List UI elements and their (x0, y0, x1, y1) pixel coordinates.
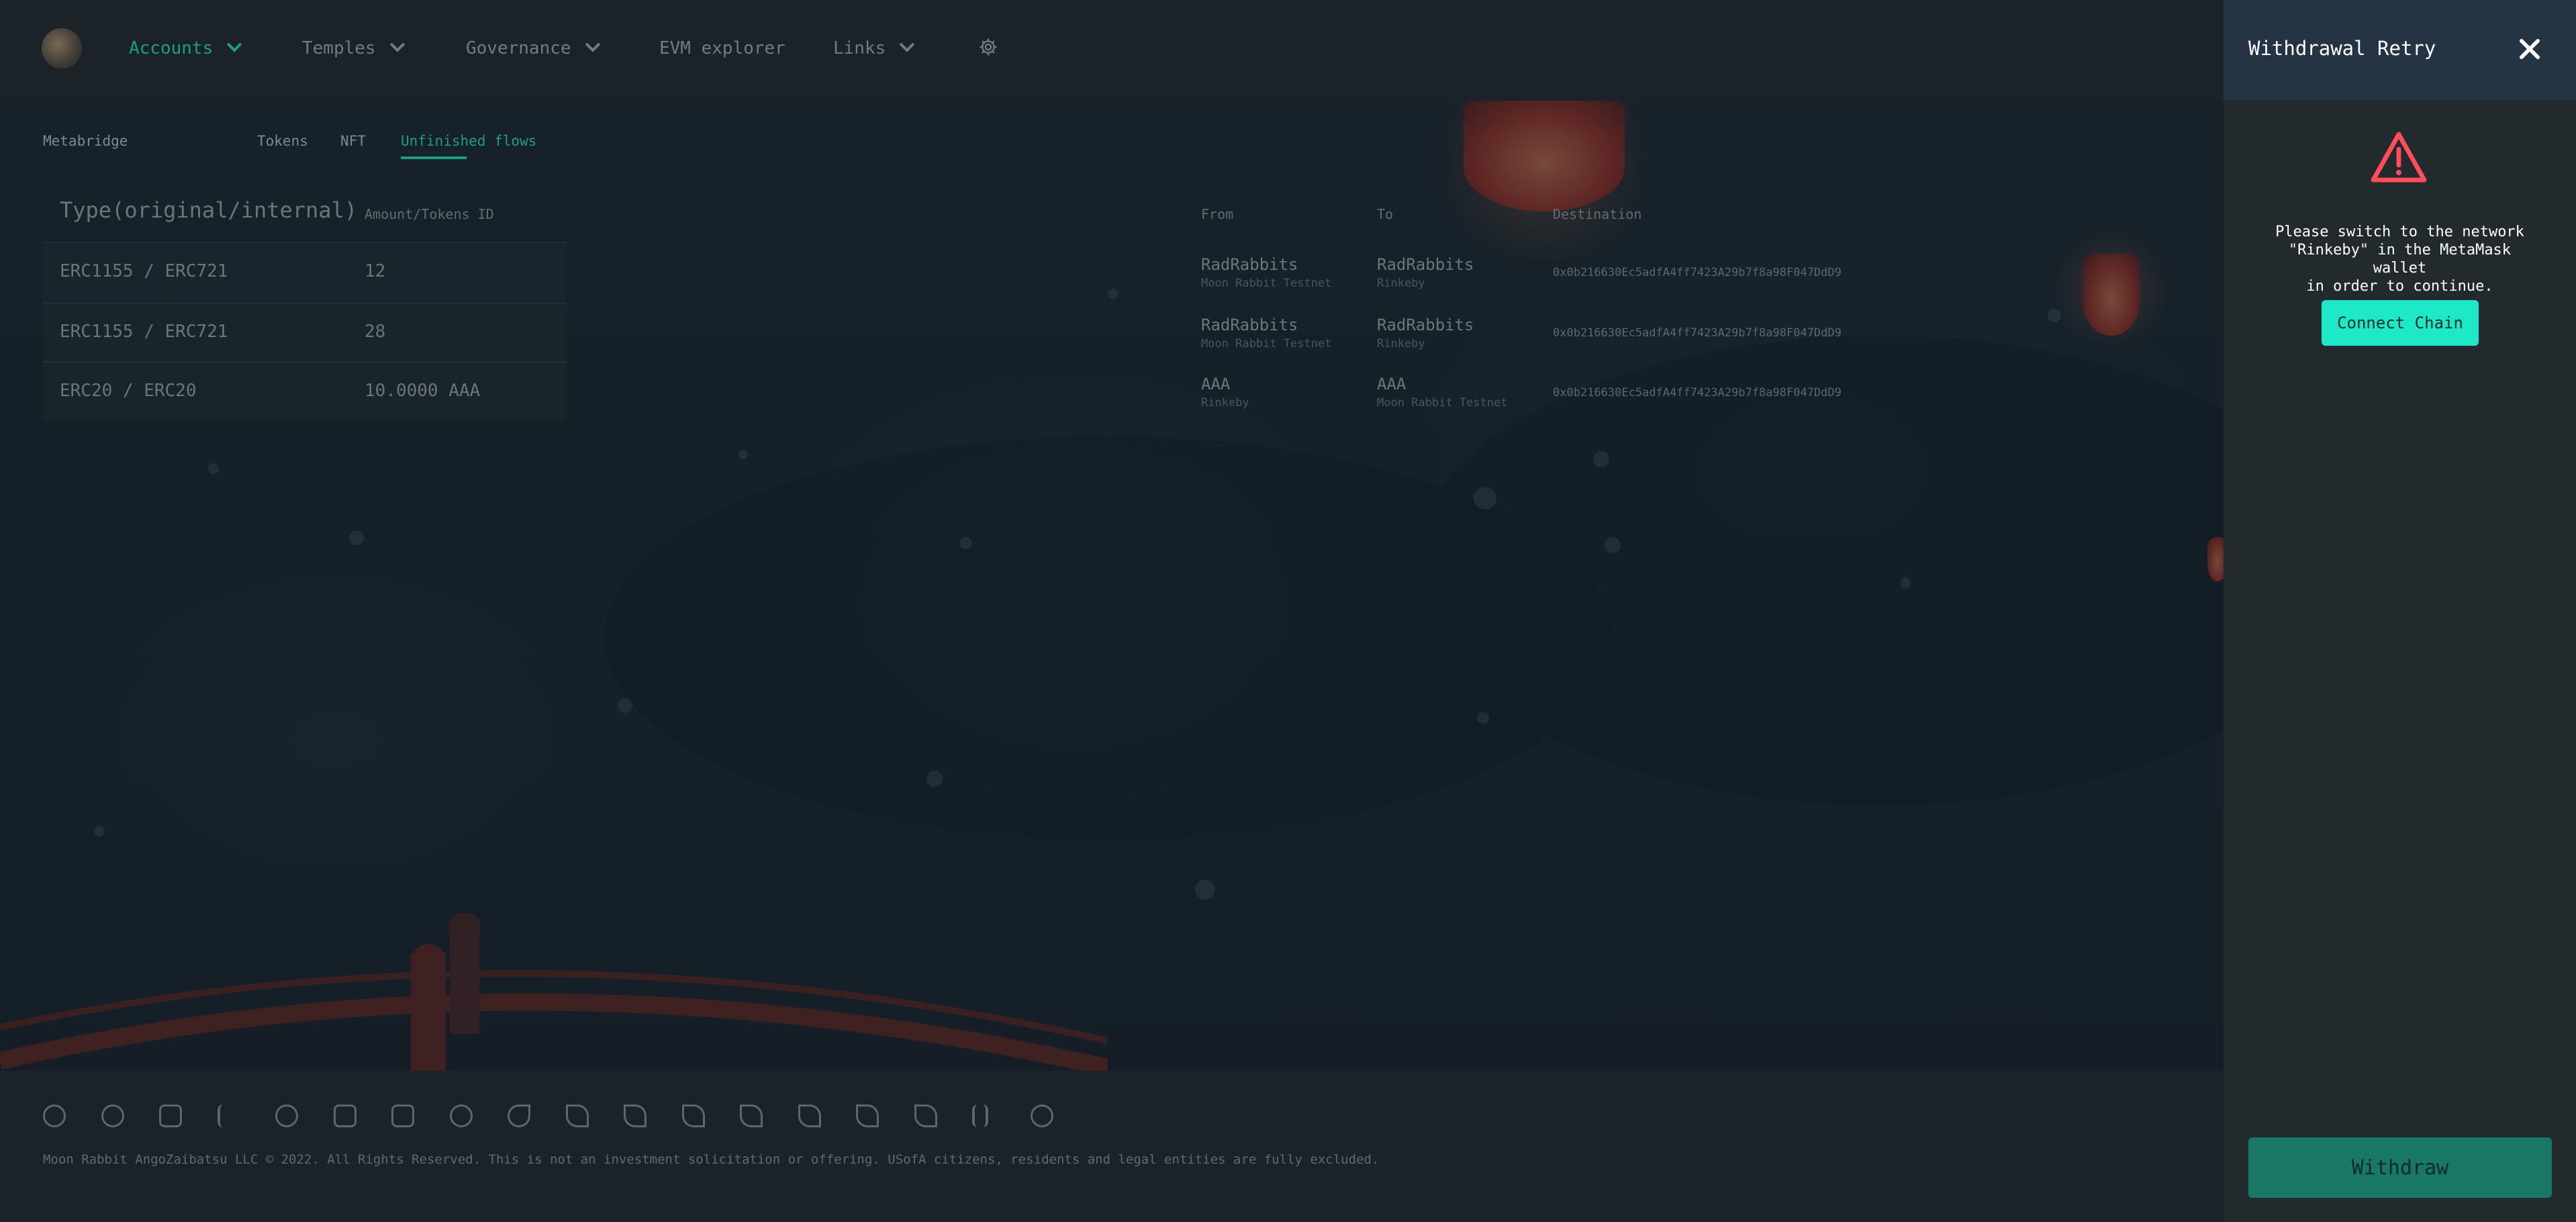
telegram-icon[interactable] (914, 1104, 937, 1127)
bitcoin-icon[interactable] (972, 1104, 988, 1127)
telegram-icon[interactable] (682, 1104, 705, 1127)
nav-accounts[interactable]: Accounts (129, 35, 242, 62)
nav-links-label: Links (833, 38, 886, 58)
footer (0, 1071, 2224, 1222)
gear-icon[interactable] (979, 38, 998, 56)
section-title: Metabridge (43, 133, 128, 149)
chevron-down-icon (226, 37, 242, 52)
tab-tokens[interactable]: Tokens (257, 133, 308, 149)
github-icon[interactable] (275, 1104, 298, 1127)
nav-evm-explorer[interactable]: EVM explorer (659, 35, 785, 62)
cell-to-network: Rinkeby (1377, 337, 1425, 350)
cell-to: RadRabbits (1377, 255, 1474, 274)
telegram-icon[interactable] (740, 1104, 763, 1127)
discord-icon[interactable] (159, 1104, 182, 1127)
connect-chain-button[interactable]: Connect Chain (2322, 300, 2479, 346)
weibo-icon[interactable] (1031, 1104, 1053, 1127)
facebook-icon[interactable] (218, 1104, 231, 1127)
header-to: To (1377, 206, 1394, 222)
cell-to: AAA (1377, 375, 1406, 393)
cell-from-network: Moon Rabbit Testnet (1201, 277, 1332, 290)
cell-type: ERC20 / ERC20 (60, 381, 197, 401)
cell-from: RadRabbits (1201, 255, 1298, 274)
cell-type: ERC1155 / ERC721 (60, 322, 228, 342)
cell-type: ERC1155 / ERC721 (60, 261, 228, 281)
top-navbar: Accounts Temples Governance EVM explorer… (0, 0, 2224, 101)
message-line: "Rinkeby" in the MetaMask wallet (2288, 242, 2512, 277)
nav-evm-explorer-label: EVM explorer (659, 38, 785, 58)
nav-temples[interactable]: Temples (302, 35, 405, 62)
cell-amount: 10.0000 AAA (365, 381, 481, 401)
active-tab-indicator (401, 156, 467, 159)
withdrawal-retry-panel: Withdrawal Retry Please switch to the ne… (2224, 0, 2576, 1222)
header-type: Type(original/internal) (60, 197, 358, 223)
cell-to-network: Rinkeby (1377, 277, 1425, 290)
cell-from: AAA (1201, 375, 1231, 393)
message-line: Please switch to the network (2275, 224, 2524, 240)
linkedin-icon[interactable] (391, 1104, 414, 1127)
instagram-icon[interactable] (334, 1104, 356, 1127)
tab-nft[interactable]: NFT (340, 133, 366, 149)
close-icon[interactable] (2516, 35, 2544, 63)
cell-amount: 28 (365, 322, 386, 342)
telegram-icon[interactable] (798, 1104, 821, 1127)
message-line: in order to continue. (2306, 278, 2493, 295)
cell-destination: 0x0b216630Ec5adfA4ff7423A29b7f8a98F047Dd… (1553, 266, 1842, 279)
chevron-down-icon (899, 37, 915, 52)
cell-from: RadRabbits (1201, 316, 1298, 334)
cell-destination: 0x0b216630Ec5adfA4ff7423A29b7f8a98F047Dd… (1553, 386, 1842, 399)
cell-amount: 12 (365, 261, 386, 281)
nav-governance[interactable]: Governance (466, 35, 600, 62)
header-amount: Amount/Tokens ID (365, 206, 494, 222)
chevron-down-icon (585, 37, 600, 52)
network-switch-message: Please switch to the network "Rinkeby" i… (2264, 223, 2536, 295)
modal-overlay[interactable] (0, 0, 2224, 1222)
telegram-icon[interactable] (566, 1104, 589, 1127)
cell-to: RadRabbits (1377, 316, 1474, 334)
tab-unfinished-flows[interactable]: Unfinished flows (401, 133, 536, 149)
nav-temples-label: Temples (302, 38, 376, 58)
panel-title: Withdrawal Retry (2248, 37, 2436, 60)
cell-destination: 0x0b216630Ec5adfA4ff7423A29b7f8a98F047Dd… (1553, 326, 1842, 340)
nav-governance-label: Governance (466, 38, 571, 58)
panel-header: Withdrawal Retry (2224, 0, 2576, 101)
medium-icon[interactable] (43, 1104, 66, 1127)
twitter-icon[interactable] (508, 1104, 530, 1127)
cell-from-network: Rinkeby (1201, 396, 1249, 410)
app-root: Accounts Temples Governance EVM explorer… (0, 0, 2576, 1222)
cell-from-network: Moon Rabbit Testnet (1201, 337, 1332, 350)
cell-to-network: Moon Rabbit Testnet (1377, 396, 1508, 410)
telegram-icon[interactable] (624, 1104, 647, 1127)
nav-accounts-label: Accounts (129, 38, 213, 58)
header-destination: Destination (1553, 206, 1642, 222)
chevron-down-icon (389, 37, 405, 52)
withdraw-button[interactable]: Withdraw (2248, 1137, 2552, 1198)
moon-rabbit-logo-icon[interactable] (42, 28, 82, 68)
coin-icon[interactable] (101, 1104, 124, 1127)
copyright-text: Moon Rabbit AngoZaibatsu LLC © 2022. All… (43, 1152, 1380, 1167)
telegram-icon[interactable] (856, 1104, 879, 1127)
reddit-icon[interactable] (450, 1104, 473, 1127)
nav-links[interactable]: Links (833, 35, 915, 62)
warning-icon (2371, 132, 2427, 183)
header-from: From (1201, 206, 1234, 222)
